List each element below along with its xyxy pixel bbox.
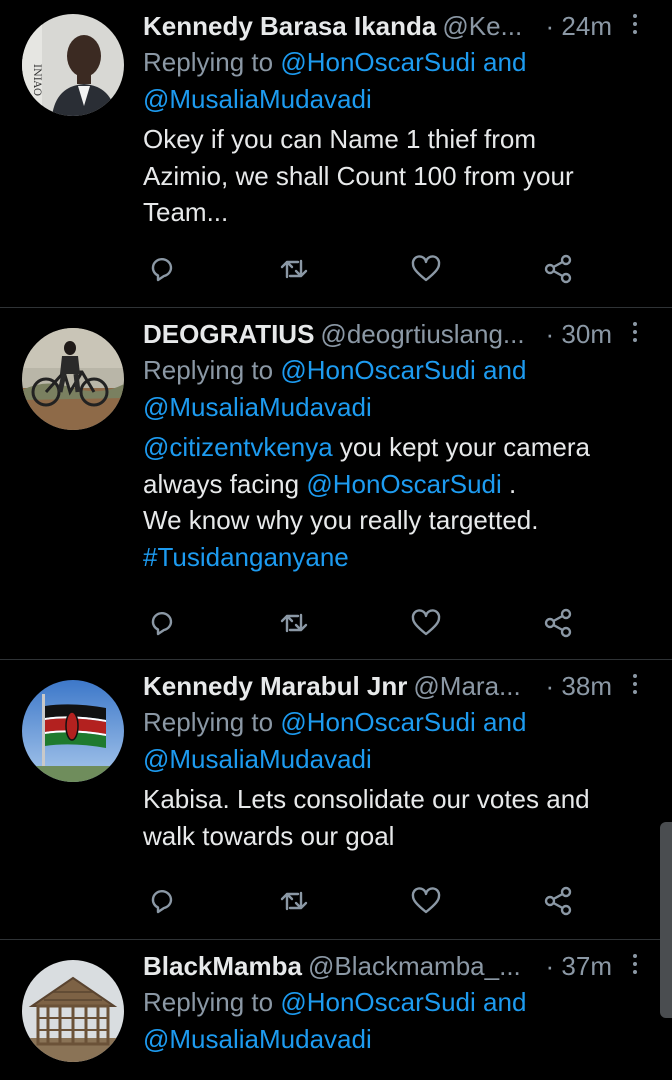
author-handle[interactable]: @deogrtiuslang... (320, 319, 524, 349)
heart-icon[interactable] (408, 883, 444, 919)
replying-to: Replying to @HonOscarSudi and (143, 352, 648, 389)
mention-link[interactable]: @HonOscarSudi (280, 47, 475, 77)
reply-icon[interactable] (144, 251, 180, 287)
more-vertical-icon[interactable] (630, 674, 640, 698)
tweet-text-line: Team... (143, 197, 229, 227)
more-vertical-icon[interactable] (630, 14, 640, 38)
tweet-2[interactable]: DEOGRATIUS @deogrtiuslang... · 30m Replyi… (0, 308, 672, 660)
author-name[interactable]: DEOGRATIUS (143, 319, 314, 349)
tweet-text: Kabisa. Lets consolidate our votes and w… (143, 781, 648, 854)
share-icon[interactable] (540, 605, 576, 641)
retweet-icon[interactable] (276, 605, 312, 641)
mention-link[interactable]: @citizentvkenya (143, 432, 333, 462)
tweet-text-line: Kabisa. Lets consolidate our votes and (143, 784, 590, 814)
author-handle[interactable]: @Ke... (442, 11, 522, 41)
heart-icon[interactable] (408, 605, 444, 641)
reply-icon[interactable] (144, 883, 180, 919)
tweet-actions (144, 605, 584, 641)
tweet-4[interactable]: BlackMamba @Blackmamba_... · 37m Replying… (0, 940, 672, 1080)
tweet-text-segment: you kept your camera (332, 432, 590, 462)
avatar-kennedy-marabul[interactable] (22, 680, 124, 782)
tweet-text: Okey if you can Name 1 thief from Azimio… (143, 121, 648, 231)
avatar-blackmamba[interactable] (22, 960, 124, 1062)
tweet-text-line: Azimio, we shall Count 100 from your (143, 160, 574, 191)
mention-link[interactable]: @MusaliaMudavadi (143, 84, 372, 114)
author-name[interactable]: Kennedy Marabul Jnr (143, 671, 407, 701)
author-handle[interactable]: @Blackmamba_... (308, 951, 521, 981)
tweet-3[interactable]: Kennedy Marabul Jnr @Mara... · 38m Replyi… (0, 660, 672, 940)
mention-link[interactable]: @HonOscarSudi (280, 355, 475, 385)
svg-text:INIAO: INIAO (31, 64, 42, 96)
tweet-timestamp[interactable]: · 24m (539, 8, 612, 44)
replying-to: Replying to @HonOscarSudi and (143, 984, 648, 1021)
replying-prefix: Replying to (143, 987, 281, 1017)
mention-link[interactable]: @MusaliaMudavadi (143, 1024, 372, 1054)
replying-and: and (475, 707, 527, 737)
reply-icon[interactable] (144, 605, 180, 641)
tweet-text-segment: . (501, 468, 517, 499)
author-handle[interactable]: @Mara... (413, 671, 520, 701)
tweet-actions (144, 251, 584, 287)
tweet-text-line: We know why you really targetted. (143, 505, 539, 535)
author-name[interactable]: BlackMamba (143, 951, 302, 981)
more-vertical-icon[interactable] (630, 322, 640, 346)
avatar-deogratius[interactable] (22, 328, 124, 430)
retweet-icon[interactable] (276, 251, 312, 287)
mention-link[interactable]: @HonOscarSudi (306, 469, 501, 499)
author-name[interactable]: Kennedy Barasa Ikanda (143, 11, 436, 41)
scrollbar-thumb[interactable] (660, 822, 672, 1018)
tweet-actions (144, 883, 584, 919)
tweet-timestamp[interactable]: · 37m (539, 948, 612, 984)
retweet-icon[interactable] (276, 883, 312, 919)
replying-and: and (475, 987, 527, 1017)
replying-to: Replying to @HonOscarSudi and (143, 44, 648, 81)
replying-and: and (475, 355, 527, 385)
more-vertical-icon[interactable] (630, 954, 640, 978)
tweet-timestamp[interactable]: · 30m (539, 316, 612, 352)
mention-link[interactable]: @HonOscarSudi (280, 987, 475, 1017)
avatar-kennedy-barasa[interactable]: INIAO (22, 14, 124, 116)
tweet-text: @citizentvkenya you kept your camera alw… (143, 429, 648, 575)
replying-to: Replying to @HonOscarSudi and (143, 704, 648, 741)
share-icon[interactable] (540, 883, 576, 919)
tweet-1[interactable]: INIAO Kennedy Barasa Ikanda @Ke... · 24m … (0, 0, 672, 308)
tweet-text-line: walk towards our goal (143, 820, 395, 851)
mention-link[interactable]: @HonOscarSudi (280, 707, 475, 737)
replying-prefix: Replying to (143, 707, 281, 737)
replying-prefix: Replying to (143, 47, 281, 77)
replying-prefix: Replying to (143, 355, 281, 385)
heart-icon[interactable] (408, 251, 444, 287)
replying-and: and (475, 47, 527, 77)
tweet-timestamp[interactable]: · 38m (539, 668, 612, 704)
tweet-text-segment: always facing (143, 468, 307, 499)
hashtag-link[interactable]: #Tusidanganyane (143, 542, 349, 572)
tweet-text-line: Okey if you can Name 1 thief from (143, 124, 537, 154)
mention-link[interactable]: @MusaliaMudavadi (143, 392, 372, 422)
share-icon[interactable] (540, 251, 576, 287)
mention-link[interactable]: @MusaliaMudavadi (143, 744, 372, 774)
